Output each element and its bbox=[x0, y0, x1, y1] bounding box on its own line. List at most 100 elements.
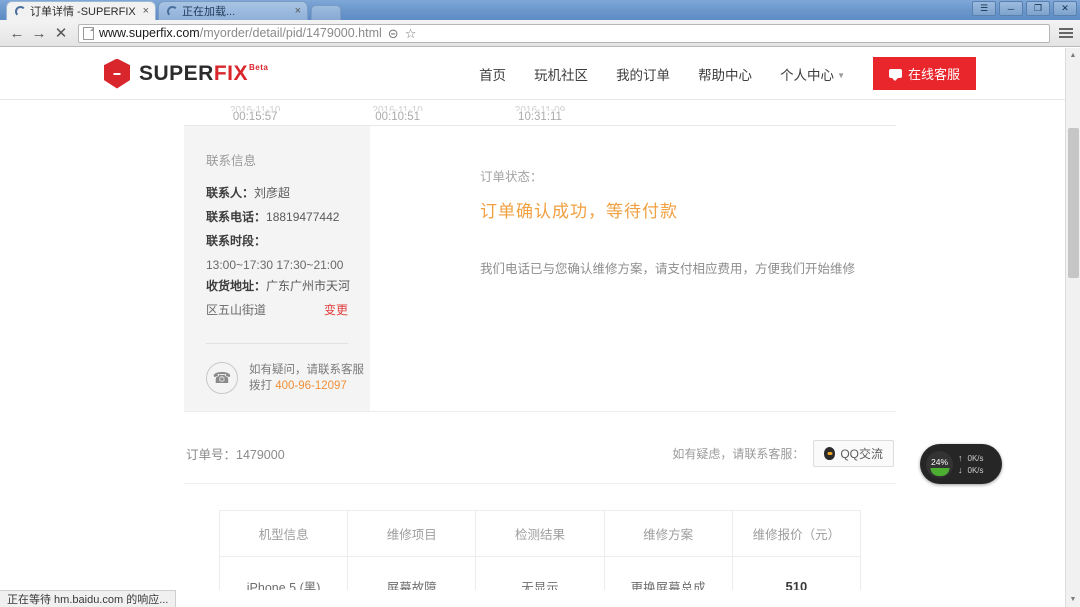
contact-divider bbox=[206, 343, 348, 344]
browser-statusbar: 正在等待 hm.baidu.com 的响应... bbox=[0, 590, 177, 607]
scrollbar-thumb[interactable] bbox=[1068, 128, 1079, 278]
timeline-step bbox=[754, 117, 896, 124]
timeline-step: 2016-11-10 00:10:51 bbox=[326, 104, 468, 124]
contact-phone-label: 联系电话： bbox=[206, 210, 267, 224]
page-body: 2016-11-10 00:15:57 2016-11-10 00:10:51 … bbox=[0, 100, 1080, 590]
browser-tab-order-detail[interactable]: 订单详情 -SUPERFIX × bbox=[6, 1, 156, 20]
close-button[interactable]: ✕ bbox=[1053, 1, 1077, 16]
cpu-usage-percent: 24% bbox=[930, 457, 948, 467]
order-status-panel: 联系信息 联系人：刘彦超 联系电话：18819477442 联系时段： 13:0… bbox=[184, 126, 896, 412]
repair-quote-table: 机型信息 维修项目 检测结果 维修方案 维修报价（元） iPhone 5 (黑)… bbox=[219, 510, 861, 590]
forward-button[interactable]: → bbox=[28, 22, 50, 44]
tab-title: 正在加载... bbox=[182, 6, 236, 18]
cell-diagnosis: 无显示 bbox=[475, 556, 605, 590]
timeline-date bbox=[754, 117, 896, 124]
order-status-column: 订单状态： 订单确认成功，等待付款 我们电话已与您确认维修方案，请支付相应费用，… bbox=[370, 126, 896, 411]
timeline-step bbox=[611, 117, 753, 124]
table-header-row: 机型信息 维修项目 检测结果 维修方案 维修报价（元） bbox=[219, 510, 861, 557]
zoom-icon[interactable]: ⊝ bbox=[388, 27, 399, 40]
user-account-button[interactable]: ☰ bbox=[972, 1, 996, 16]
support-dial-prefix: 拨打 bbox=[249, 380, 272, 392]
upload-rate-value: 0K/s bbox=[967, 453, 984, 463]
browser-tab-loading[interactable]: 正在加载... × bbox=[158, 1, 308, 20]
table-header-repair-item: 维修项目 bbox=[347, 510, 477, 557]
qq-penguin-icon bbox=[824, 447, 836, 460]
timeline-date bbox=[611, 117, 753, 124]
cell-model: iPhone 5 (黑) bbox=[219, 556, 349, 590]
support-hint-line: 如有疑问，请联系客服 bbox=[249, 364, 364, 376]
tab-close-icon[interactable]: × bbox=[143, 5, 149, 17]
tab-favicon-icon bbox=[15, 5, 26, 17]
nav-item-user-center[interactable]: 个人中心 ▼ bbox=[780, 64, 845, 84]
minimize-button[interactable]: ─ bbox=[999, 1, 1023, 16]
timeline-time: 10:31:11 bbox=[518, 111, 562, 123]
order-status-value: 订单确认成功，等待付款 bbox=[480, 202, 678, 221]
browser-titlebar: 订单详情 -SUPERFIX × 正在加载... × ☰ ─ ❐ ✕ bbox=[0, 0, 1080, 20]
order-number-row: 订单号：1479000 如有疑虑，请联系客服： QQ交流 bbox=[184, 412, 896, 484]
contact-person-row: 联系人：刘彦超 bbox=[206, 183, 370, 204]
download-arrow-icon: ↓ bbox=[958, 464, 963, 475]
table-header-model: 机型信息 bbox=[219, 510, 349, 557]
tab-loading-spinner-icon bbox=[167, 5, 178, 17]
nav-item-community[interactable]: 玩机社区 bbox=[534, 64, 588, 84]
site-logo[interactable]: SUPERFIXBeta bbox=[104, 58, 269, 89]
upload-arrow-icon: ↑ bbox=[958, 452, 963, 463]
online-service-button[interactable]: 在线客服 bbox=[872, 57, 976, 90]
timeline-date: 2016-11-10 bbox=[372, 105, 423, 111]
content-container: 2016-11-10 00:15:57 2016-11-10 00:10:51 … bbox=[184, 100, 896, 590]
stop-loading-button[interactable]: ✕ bbox=[50, 22, 72, 44]
site-header: SUPERFIXBeta 首页 玩机社区 我的订单 帮助中心 个人中心 ▼ 在线客… bbox=[0, 48, 1080, 100]
table-header-price: 维修报价（元） bbox=[732, 510, 861, 557]
timeline-date: 2016-11-09 bbox=[514, 105, 566, 111]
page-scrollbar[interactable]: ▲ ▼ bbox=[1065, 48, 1080, 607]
qq-support-area: 如有疑虑，请联系客服： QQ交流 bbox=[672, 440, 894, 467]
chat-bubble-icon bbox=[888, 69, 902, 81]
browser-navbar: ← → ✕ www.superfix.com /myorder/detail/p… bbox=[0, 20, 1080, 47]
restore-button[interactable]: ❐ bbox=[1026, 1, 1050, 16]
order-progress-timeline: 2016-11-10 00:15:57 2016-11-10 00:10:51 … bbox=[184, 100, 896, 126]
page-viewport: SUPERFIXBeta 首页 玩机社区 我的订单 帮助中心 个人中心 ▼ 在线客… bbox=[0, 48, 1080, 590]
browser-menu-icon[interactable] bbox=[1058, 26, 1074, 40]
back-button[interactable]: ← bbox=[6, 22, 28, 44]
contact-phone-row: 联系电话：18819477442 bbox=[206, 207, 370, 228]
cell-solution: 更换屏幕总成 bbox=[604, 556, 733, 590]
contact-address-row: 收货地址：广东广州市天河 bbox=[206, 276, 370, 297]
qq-chat-button[interactable]: QQ交流 bbox=[813, 440, 894, 467]
site-navigation: 首页 玩机社区 我的订单 帮助中心 个人中心 ▼ 在线客服 bbox=[479, 57, 976, 90]
address-bar[interactable]: www.superfix.com /myorder/detail/pid/147… bbox=[78, 23, 1050, 43]
nav-item-help-center[interactable]: 帮助中心 bbox=[698, 64, 752, 84]
timeline-step: 2016-11-09 10:31:11 bbox=[469, 104, 611, 124]
timeline-time: 00:15:57 bbox=[232, 111, 278, 123]
cell-repair-item: 屏幕故障 bbox=[347, 556, 477, 590]
contact-period-value: 13:00~17:30 17:30~21:00 bbox=[206, 258, 344, 272]
order-status-label: 订单状态： bbox=[480, 170, 543, 184]
new-tab-button[interactable] bbox=[311, 5, 341, 20]
tab-close-icon[interactable]: × bbox=[295, 5, 301, 17]
change-address-link[interactable]: 变更 bbox=[324, 300, 348, 321]
table-header-diagnosis: 检测结果 bbox=[475, 510, 605, 557]
scroll-up-arrow-icon[interactable]: ▲ bbox=[1066, 48, 1080, 63]
tab-title: 订单详情 -SUPERFIX bbox=[30, 6, 136, 18]
contact-person-value: 刘彦超 bbox=[254, 186, 291, 200]
bookmark-star-icon[interactable]: ☆ bbox=[405, 27, 417, 40]
phone-icon: ☎ bbox=[206, 362, 238, 394]
contact-period-label: 联系时段： bbox=[206, 234, 267, 248]
logo-beta-badge: Beta bbox=[249, 62, 269, 72]
contact-address-line2-row: 区五山街道 变更 bbox=[206, 300, 370, 321]
contact-panel-title: 联系信息 bbox=[206, 154, 257, 168]
customer-support-box: ☎ 如有疑问，请联系客服 拨打 400-96-12097 bbox=[206, 362, 370, 394]
nav-item-home[interactable]: 首页 bbox=[479, 64, 506, 84]
shield-phone-logo-icon bbox=[104, 58, 130, 89]
support-hotline-number[interactable]: 400-96-12097 bbox=[275, 380, 347, 392]
nav-item-my-orders[interactable]: 我的订单 bbox=[616, 64, 670, 84]
scroll-down-arrow-icon[interactable]: ▼ bbox=[1066, 592, 1080, 607]
order-number-text: 订单号：1479000 bbox=[186, 448, 285, 462]
network-speed-widget[interactable]: 24% ↑ ↓ 0K/s 0K/s bbox=[920, 444, 1002, 484]
online-service-label: 在线客服 bbox=[907, 67, 960, 82]
contact-period-row: 联系时段： bbox=[206, 231, 370, 252]
nav-item-user-center-label: 个人中心 bbox=[780, 67, 835, 83]
timeline-time: 00:10:51 bbox=[375, 111, 420, 123]
logo-super-text: SUPER bbox=[139, 61, 214, 85]
contact-information-panel: 联系信息 联系人：刘彦超 联系电话：18819477442 联系时段： 13:0… bbox=[184, 126, 370, 411]
table-row: iPhone 5 (黑) 屏幕故障 无显示 更换屏幕总成 510 bbox=[219, 556, 861, 590]
